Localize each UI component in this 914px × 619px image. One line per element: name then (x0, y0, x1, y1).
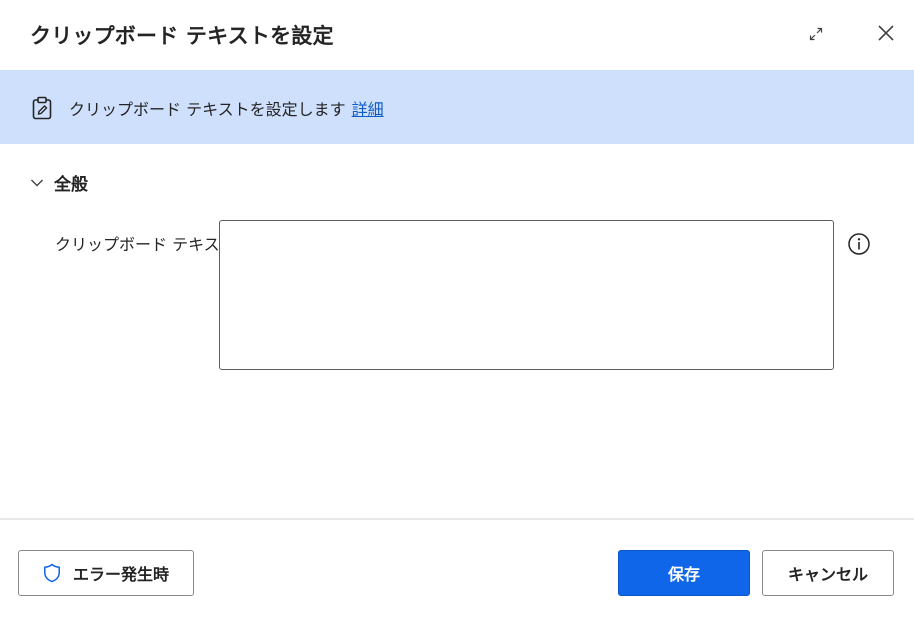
footer-divider (0, 518, 914, 520)
clipboard-icon (31, 96, 53, 124)
clipboard-text-input[interactable] (219, 220, 834, 370)
close-icon (878, 25, 894, 41)
expand-icon (809, 27, 823, 41)
close-button[interactable] (872, 19, 900, 47)
expand-button[interactable] (802, 20, 830, 48)
chevron-down-icon (31, 179, 43, 186)
banner-text: クリップボード テキストを設定します (69, 100, 346, 119)
shield-icon (43, 563, 61, 583)
on-error-label: エラー発生時 (72, 565, 169, 584)
save-button[interactable]: 保存 (618, 550, 750, 596)
cancel-button[interactable]: キャンセル (762, 550, 894, 596)
banner-message: クリップボード テキストを設定します 詳細 (69, 96, 384, 120)
info-icon[interactable] (847, 232, 871, 260)
on-error-button[interactable]: エラー発生時 (18, 550, 194, 596)
details-link[interactable]: 詳細 (352, 100, 384, 119)
clipboard-text-label: クリップボード テキスト: (55, 235, 241, 254)
section-general-toggle[interactable]: 全般 (30, 170, 88, 195)
dialog-title: クリップボード テキストを設定 (30, 24, 334, 48)
section-title: 全般 (54, 175, 88, 195)
info-banner: クリップボード テキストを設定します 詳細 (0, 70, 914, 144)
